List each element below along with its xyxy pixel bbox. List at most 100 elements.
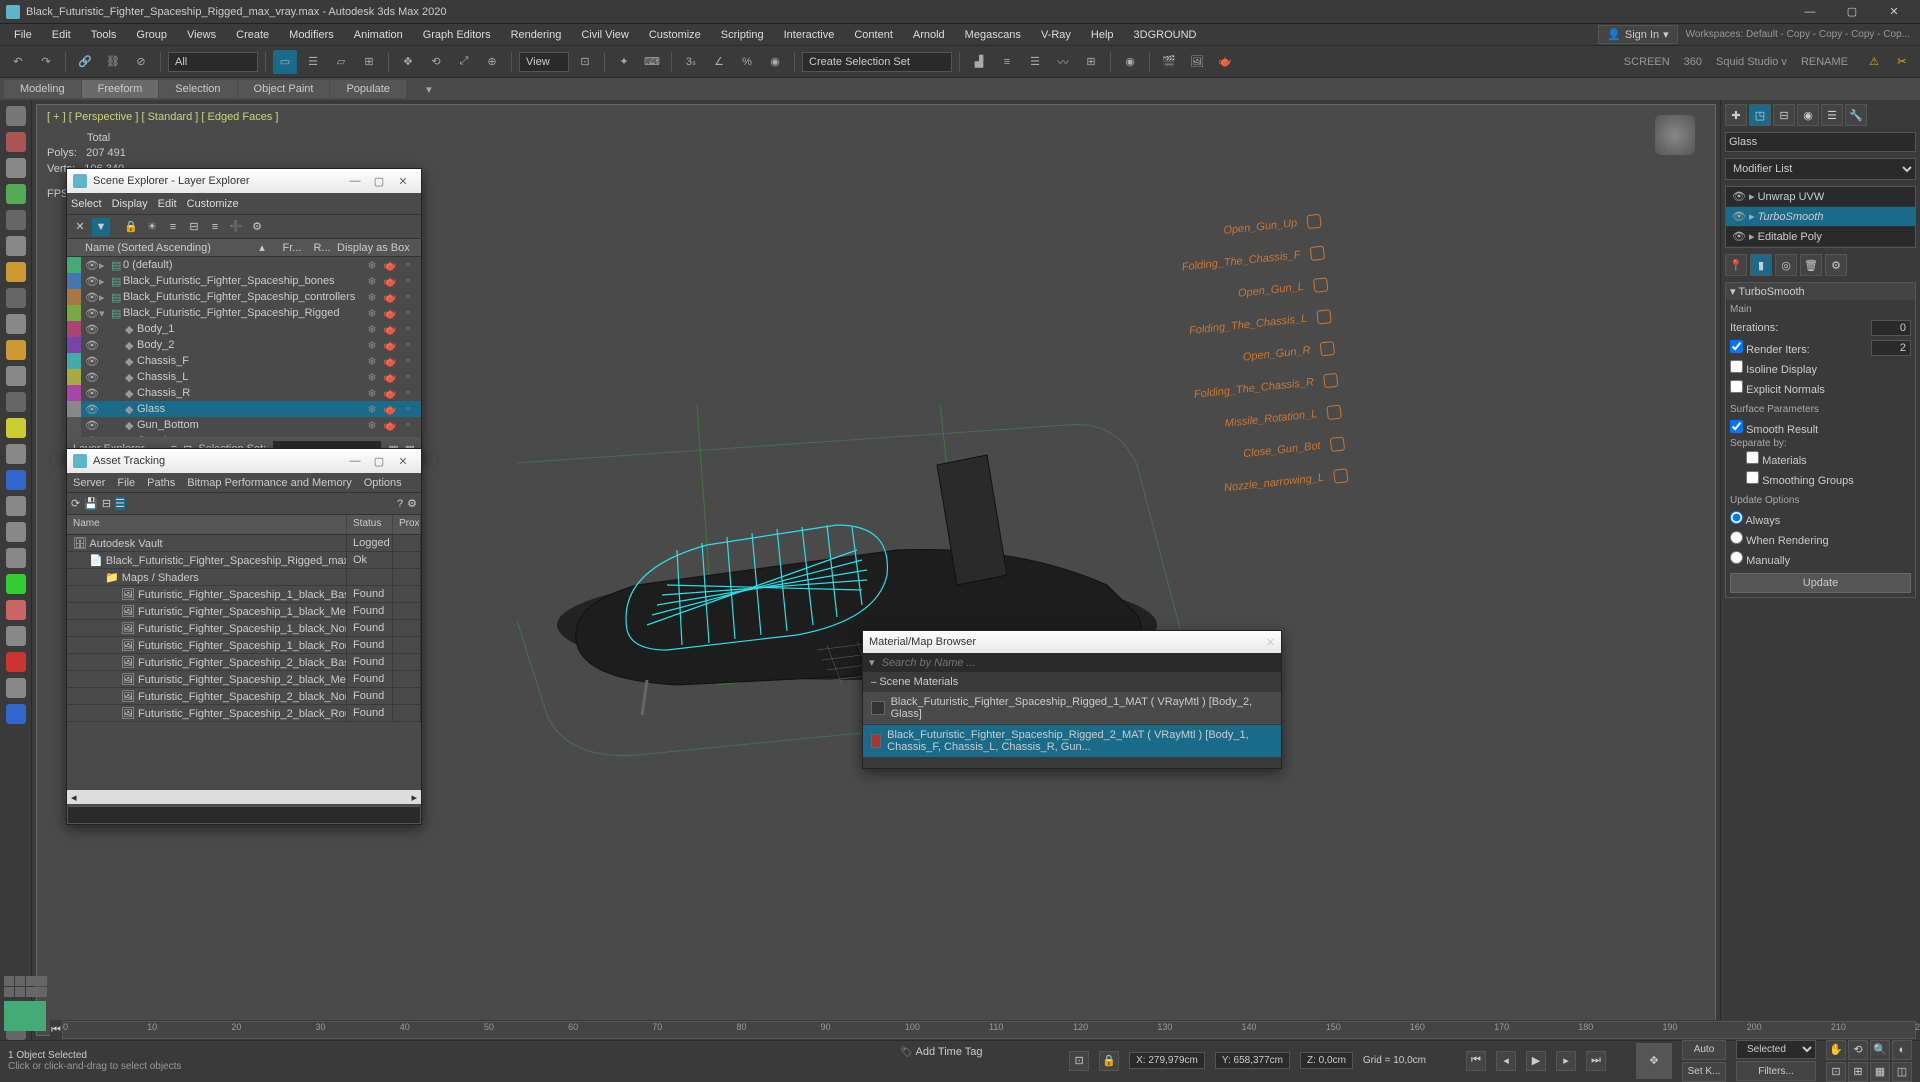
iterations-spinner[interactable] — [1871, 320, 1911, 336]
asset-row[interactable]: 🖼 Futuristic_Fighter_Spaceship_1_black_R… — [67, 637, 421, 654]
filter-dropdown[interactable] — [168, 52, 258, 72]
spinner-snap-button[interactable]: ◉ — [763, 50, 787, 74]
close-button[interactable]: ✕ — [1874, 2, 1914, 22]
goto-end-button[interactable]: ⏭ — [1586, 1051, 1606, 1071]
curve-editor-button[interactable]: 〰 — [1051, 50, 1075, 74]
at-save-icon[interactable]: 💾 — [84, 497, 98, 510]
at-tree-icon[interactable]: ⊟ — [102, 497, 111, 510]
nav-pan-button[interactable]: ✋ — [1826, 1040, 1846, 1060]
annotation[interactable]: Close_Gun_Bot — [1115, 436, 1345, 474]
se-hier-icon[interactable]: ⊟ — [185, 218, 203, 236]
create-tab[interactable]: ✚ — [1725, 104, 1747, 126]
asset-row[interactable]: 🖼 Futuristic_Fighter_Spaceship_1_black_B… — [67, 586, 421, 603]
timeline[interactable]: ⏮ 01020304050607080901001101201301401501… — [50, 1020, 1916, 1040]
se-menu-display[interactable]: Display — [112, 198, 148, 210]
warning-icon[interactable]: ⚠ — [1862, 50, 1886, 74]
menu-file[interactable]: File — [4, 26, 42, 44]
next-frame-button[interactable]: ▸ — [1556, 1051, 1576, 1071]
lt-btn-5[interactable] — [6, 210, 26, 230]
unlink-button[interactable]: ⛓ — [101, 50, 125, 74]
render-setup-button[interactable]: 🎬 — [1157, 50, 1181, 74]
tree-row[interactable]: 👁◆Glass❄🫖▫ — [81, 401, 421, 417]
lt-btn-15[interactable] — [6, 470, 26, 490]
align-button[interactable]: ≡ — [995, 50, 1019, 74]
menu-customize[interactable]: Customize — [639, 26, 711, 44]
z-coord[interactable]: Z: 0,0cm — [1300, 1052, 1353, 1069]
maximize-button[interactable]: ▢ — [1832, 2, 1872, 22]
pivot-button[interactable]: ⊡ — [573, 50, 597, 74]
scene-materials-section[interactable]: – Scene Materials — [863, 672, 1281, 692]
filter-cam-icon[interactable] — [67, 305, 81, 321]
asset-row[interactable]: 🖼 Futuristic_Fighter_Spaceship_1_black_N… — [67, 620, 421, 637]
lt-btn-8[interactable] — [6, 288, 26, 308]
materials-check[interactable]: Materials — [1746, 451, 1807, 467]
display-tab[interactable]: ☰ — [1821, 104, 1843, 126]
smoothing-groups-check[interactable]: Smoothing Groups — [1746, 471, 1854, 487]
menu-tools[interactable]: Tools — [81, 26, 127, 44]
filter-helper-icon[interactable] — [67, 321, 81, 337]
always-radio[interactable]: Always — [1730, 511, 1780, 527]
menu-v-ray[interactable]: V-Ray — [1031, 26, 1081, 44]
menu-create[interactable]: Create — [226, 26, 279, 44]
annotation[interactable]: Open_Gun_Up — [1092, 214, 1322, 252]
lt-btn-21[interactable] — [6, 626, 26, 646]
filter-group-icon[interactable] — [67, 401, 81, 417]
remove-mod-button[interactable]: 🗑 — [1800, 254, 1822, 276]
scale-button[interactable]: ⤢ — [452, 50, 476, 74]
menu-scripting[interactable]: Scripting — [711, 26, 774, 44]
tree-row[interactable]: 👁▸▤Black_Futuristic_Fighter_Spaceship_bo… — [81, 273, 421, 289]
filter-space-icon[interactable] — [67, 337, 81, 353]
redo-button[interactable]: ↷ — [34, 50, 58, 74]
y-coord[interactable]: Y: 658,377cm — [1215, 1052, 1290, 1069]
nav-zoom-all-button[interactable]: ⊞ — [1848, 1062, 1868, 1082]
utilities-tab[interactable]: 🔧 — [1845, 104, 1867, 126]
annotation[interactable]: Open_Gun_L — [1098, 277, 1328, 315]
at-menu-paths[interactable]: Paths — [147, 477, 175, 489]
close-panel-button[interactable]: ✕ — [1266, 636, 1275, 649]
lt-btn-24[interactable] — [6, 704, 26, 724]
workspace-selector[interactable]: Workspaces: Default - Copy - Copy - Copy… — [1680, 27, 1916, 42]
coord-system[interactable] — [519, 52, 569, 72]
lt-btn-16[interactable] — [6, 496, 26, 516]
nav-orbit-button[interactable]: ⟲ — [1848, 1040, 1868, 1060]
menu-arnold[interactable]: Arnold — [903, 26, 955, 44]
at-menu-options[interactable]: Options — [364, 477, 402, 489]
modifier-list-dropdown[interactable]: Modifier List — [1725, 158, 1916, 180]
lt-btn-3[interactable] — [6, 158, 26, 178]
se-conf-icon[interactable]: ⚙ — [248, 218, 266, 236]
filter-part-icon[interactable] — [67, 369, 81, 385]
rotate-button[interactable]: ⟲ — [424, 50, 448, 74]
at-help-icon[interactable]: ? — [397, 498, 403, 510]
tree-row[interactable]: 👁◆Chassis_L❄🫖▫ — [81, 369, 421, 385]
selection-set-dropdown[interactable] — [802, 52, 952, 72]
at-menu-file[interactable]: File — [117, 477, 135, 489]
se-lock-icon[interactable]: 🔒 — [122, 218, 140, 236]
menu-views[interactable]: Views — [177, 26, 226, 44]
nav-max-button[interactable]: ▦ — [1870, 1062, 1890, 1082]
pin-stack-button[interactable]: 📍 — [1725, 254, 1747, 276]
close-panel-button[interactable]: ✕ — [391, 175, 415, 188]
asset-row[interactable]: 🖼 Futuristic_Fighter_Spaceship_2_black_N… — [67, 688, 421, 705]
at-menu-bitmap-performance-and-memory[interactable]: Bitmap Performance and Memory — [187, 477, 351, 489]
se-close-icon[interactable]: ✕ — [71, 218, 89, 236]
menu-content[interactable]: Content — [844, 26, 903, 44]
viewport-label[interactable]: [ + ] [ Perspective ] [ Standard ] [ Edg… — [47, 111, 278, 123]
link-button[interactable]: 🔗 — [73, 50, 97, 74]
select-button[interactable]: ▭ — [273, 50, 297, 74]
annotation[interactable]: Folding_The_Chassis_F — [1095, 246, 1325, 284]
render-button[interactable]: 🫖 — [1213, 50, 1237, 74]
lt-btn-23[interactable] — [6, 678, 26, 698]
filter-light-icon[interactable] — [67, 289, 81, 305]
angle-snap-button[interactable]: ∠ — [707, 50, 731, 74]
asset-row[interactable]: 🖼 Futuristic_Fighter_Spaceship_2_black_R… — [67, 705, 421, 722]
se-del-icon[interactable]: ➕ — [227, 218, 245, 236]
motion-tab[interactable]: ◉ — [1797, 104, 1819, 126]
play-button[interactable]: ▶ — [1526, 1051, 1546, 1071]
auto-key-button[interactable]: Auto — [1682, 1040, 1726, 1060]
se-menu-customize[interactable]: Customize — [187, 198, 239, 210]
material-item[interactable]: Black_Futuristic_Fighter_Spaceship_Rigge… — [863, 725, 1281, 758]
tree-row[interactable]: 👁▸▤0 (default)❄🫖▫ — [81, 257, 421, 273]
manually-radio[interactable]: Manually — [1730, 551, 1790, 567]
x-coord[interactable]: X: 279,979cm — [1129, 1052, 1205, 1069]
lt-btn-6[interactable] — [6, 236, 26, 256]
